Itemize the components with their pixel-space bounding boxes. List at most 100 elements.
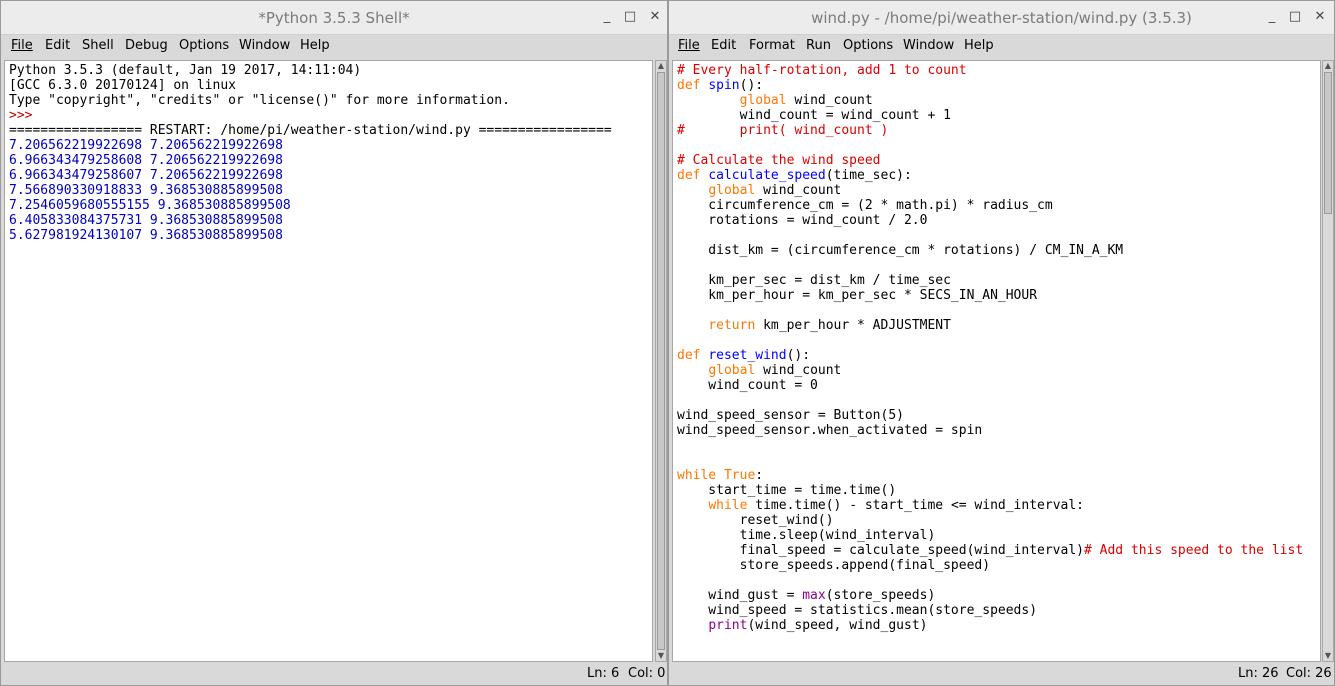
menu-window[interactable]: Window <box>239 38 290 53</box>
code-line: wind_count = 0 <box>677 378 818 393</box>
shell-titlebar[interactable]: *Python 3.5.3 Shell* _ □ ✕ <box>1 1 667 35</box>
editor-code: # Every half-rotation, add 1 to count de… <box>673 61 1320 635</box>
minimize-icon[interactable]: _ <box>1263 8 1281 26</box>
code-line: global wind_count <box>708 183 842 198</box>
shell-window: *Python 3.5.3 Shell* _ □ ✕ File Edit She… <box>0 0 668 686</box>
output-line: 7.2546059680555155 9.368530885899508 <box>9 198 291 213</box>
code-line: start_time = time.time() <box>677 483 897 498</box>
code-line: # Every half-rotation, add 1 to count <box>677 63 967 78</box>
editor-menubar: File Edit Format Run Options Window Help <box>669 35 1334 58</box>
menu-label: Debug <box>125 38 168 53</box>
editor-text-area[interactable]: # Every half-rotation, add 1 to count de… <box>672 60 1321 662</box>
code-line: rotations = wind_count / 2.0 <box>677 213 928 228</box>
code-line: def calculate_speed(time_sec): <box>677 168 912 183</box>
shell-output: Python 3.5.3 (default, Jan 19 2017, 14:1… <box>5 61 652 245</box>
code-line: dist_km = (circumference_cm * rotations)… <box>677 243 1124 258</box>
code-line: # Calculate the wind speed <box>677 153 881 168</box>
output-line: 7.206562219922698 7.206562219922698 <box>9 138 283 153</box>
menu-label: File <box>11 38 33 53</box>
code-line: km_per_sec = dist_km / time_sec <box>677 273 951 288</box>
editor-titlebar[interactable]: wind.py - /home/pi/weather-station/wind.… <box>669 1 1334 35</box>
menu-label: Run <box>806 38 831 53</box>
menu-edit[interactable]: Edit <box>711 38 736 53</box>
code-line: circumference_cm = (2 * math.pi) * radiu… <box>677 198 1053 213</box>
menu-label: Help <box>964 38 994 53</box>
column-indicator: Col: 26 <box>1286 666 1332 681</box>
scroll-up-icon[interactable]: ▲ <box>1323 61 1333 71</box>
menu-label: Format <box>749 38 795 53</box>
output-line: 7.566890330918833 9.368530885899508 <box>9 183 283 198</box>
code-line: while time.time() - start_time <= wind_i… <box>708 498 1084 513</box>
minimize-icon[interactable]: _ <box>598 8 616 26</box>
menu-label: File <box>678 38 700 53</box>
menu-label: Window <box>239 38 291 53</box>
menu-help[interactable]: Help <box>964 38 994 53</box>
code-line: wind_speed = statistics.mean(store_speed… <box>677 603 1038 618</box>
editor-scrollbar[interactable]: ▲ ▼ <box>1322 60 1334 662</box>
menu-label: Window <box>903 38 955 53</box>
menu-label: Options <box>843 38 894 53</box>
shell-scroll-thumb[interactable] <box>657 72 665 650</box>
code-line: # print( wind_count ) <box>677 123 889 138</box>
line-indicator: Ln: 6 <box>587 666 620 681</box>
menu-options[interactable]: Options <box>843 38 893 53</box>
scroll-down-icon[interactable]: ▼ <box>656 651 666 661</box>
menu-label: Edit <box>45 38 71 53</box>
menu-label: Edit <box>711 38 737 53</box>
menu-file[interactable]: File <box>11 38 33 53</box>
maximize-icon[interactable]: □ <box>621 8 639 26</box>
menu-run[interactable]: Run <box>806 38 831 53</box>
output-line: 6.966343479258608 7.206562219922698 <box>9 153 283 168</box>
code-line: reset_wind() <box>677 513 834 528</box>
shell-prompt: >>> <box>9 108 33 123</box>
output-line: 6.405833084375731 9.368530885899508 <box>9 213 283 228</box>
menu-label: Options <box>179 38 230 53</box>
menu-shell[interactable]: Shell <box>82 38 114 53</box>
code-line: return km_per_hour * ADJUSTMENT <box>708 318 951 333</box>
code-line: def reset_wind(): <box>677 348 811 363</box>
code-line: wind_speed_sensor = Button(5) <box>677 408 904 423</box>
shell-scrollbar[interactable]: ▲ ▼ <box>655 60 667 662</box>
code-line: km_per_hour = km_per_sec * SECS_IN_AN_HO… <box>677 288 1038 303</box>
banner-line: [GCC 6.3.0 20170124] on linux <box>9 78 236 93</box>
code-line: def spin(): <box>677 78 764 93</box>
menu-edit[interactable]: Edit <box>45 38 70 53</box>
menu-debug[interactable]: Debug <box>125 38 168 53</box>
code-line: store_speeds.append(final_speed) <box>677 558 991 573</box>
menu-format[interactable]: Format <box>749 38 795 53</box>
menu-options[interactable]: Options <box>179 38 229 53</box>
menu-label: Help <box>300 38 330 53</box>
code-line: while True: <box>677 468 764 483</box>
code-line: wind_count = wind_count + 1 <box>677 108 951 123</box>
shell-menubar: File Edit Shell Debug Options Window Hel… <box>1 35 667 58</box>
editor-scroll-thumb[interactable] <box>1324 72 1332 214</box>
scroll-up-icon[interactable]: ▲ <box>656 61 666 71</box>
code-line: global wind_count <box>708 363 842 378</box>
maximize-icon[interactable]: □ <box>1286 8 1304 26</box>
menu-window[interactable]: Window <box>903 38 954 53</box>
output-line: 6.966343479258607 7.206562219922698 <box>9 168 283 183</box>
code-line: print(wind_speed, wind_gust) <box>708 618 928 633</box>
banner-line: Type "copyright", "credits" or "license(… <box>9 93 510 108</box>
output-line: 5.627981924130107 9.368530885899508 <box>9 228 283 243</box>
shell-statusbar: Ln: 6 Col: 0 <box>1 663 667 685</box>
shell-title: *Python 3.5.3 Shell* <box>258 9 410 27</box>
restart-line: ================= RESTART: /home/pi/weat… <box>9 123 612 138</box>
menu-label: Shell <box>82 38 114 53</box>
editor-statusbar: Ln: 26 Col: 26 <box>669 663 1334 685</box>
line-indicator: Ln: 26 <box>1238 666 1279 681</box>
code-line: wind_speed_sensor.when_activated = spin <box>677 423 983 438</box>
editor-title: wind.py - /home/pi/weather-station/wind.… <box>811 9 1192 27</box>
editor-window: wind.py - /home/pi/weather-station/wind.… <box>668 0 1335 686</box>
menu-file[interactable]: File <box>678 38 700 53</box>
scroll-down-icon[interactable]: ▼ <box>1323 651 1333 661</box>
banner-line: Python 3.5.3 (default, Jan 19 2017, 14:1… <box>9 63 362 78</box>
shell-text-area[interactable]: Python 3.5.3 (default, Jan 19 2017, 14:1… <box>4 60 653 662</box>
code-line: final_speed = calculate_speed(wind_inter… <box>677 543 1304 558</box>
menu-help[interactable]: Help <box>300 38 330 53</box>
close-icon[interactable]: ✕ <box>646 8 664 26</box>
code-line: global wind_count <box>739 93 873 108</box>
close-icon[interactable]: ✕ <box>1311 8 1329 26</box>
code-line: wind_gust = max(store_speeds) <box>677 588 936 603</box>
column-indicator: Col: 0 <box>628 666 666 681</box>
